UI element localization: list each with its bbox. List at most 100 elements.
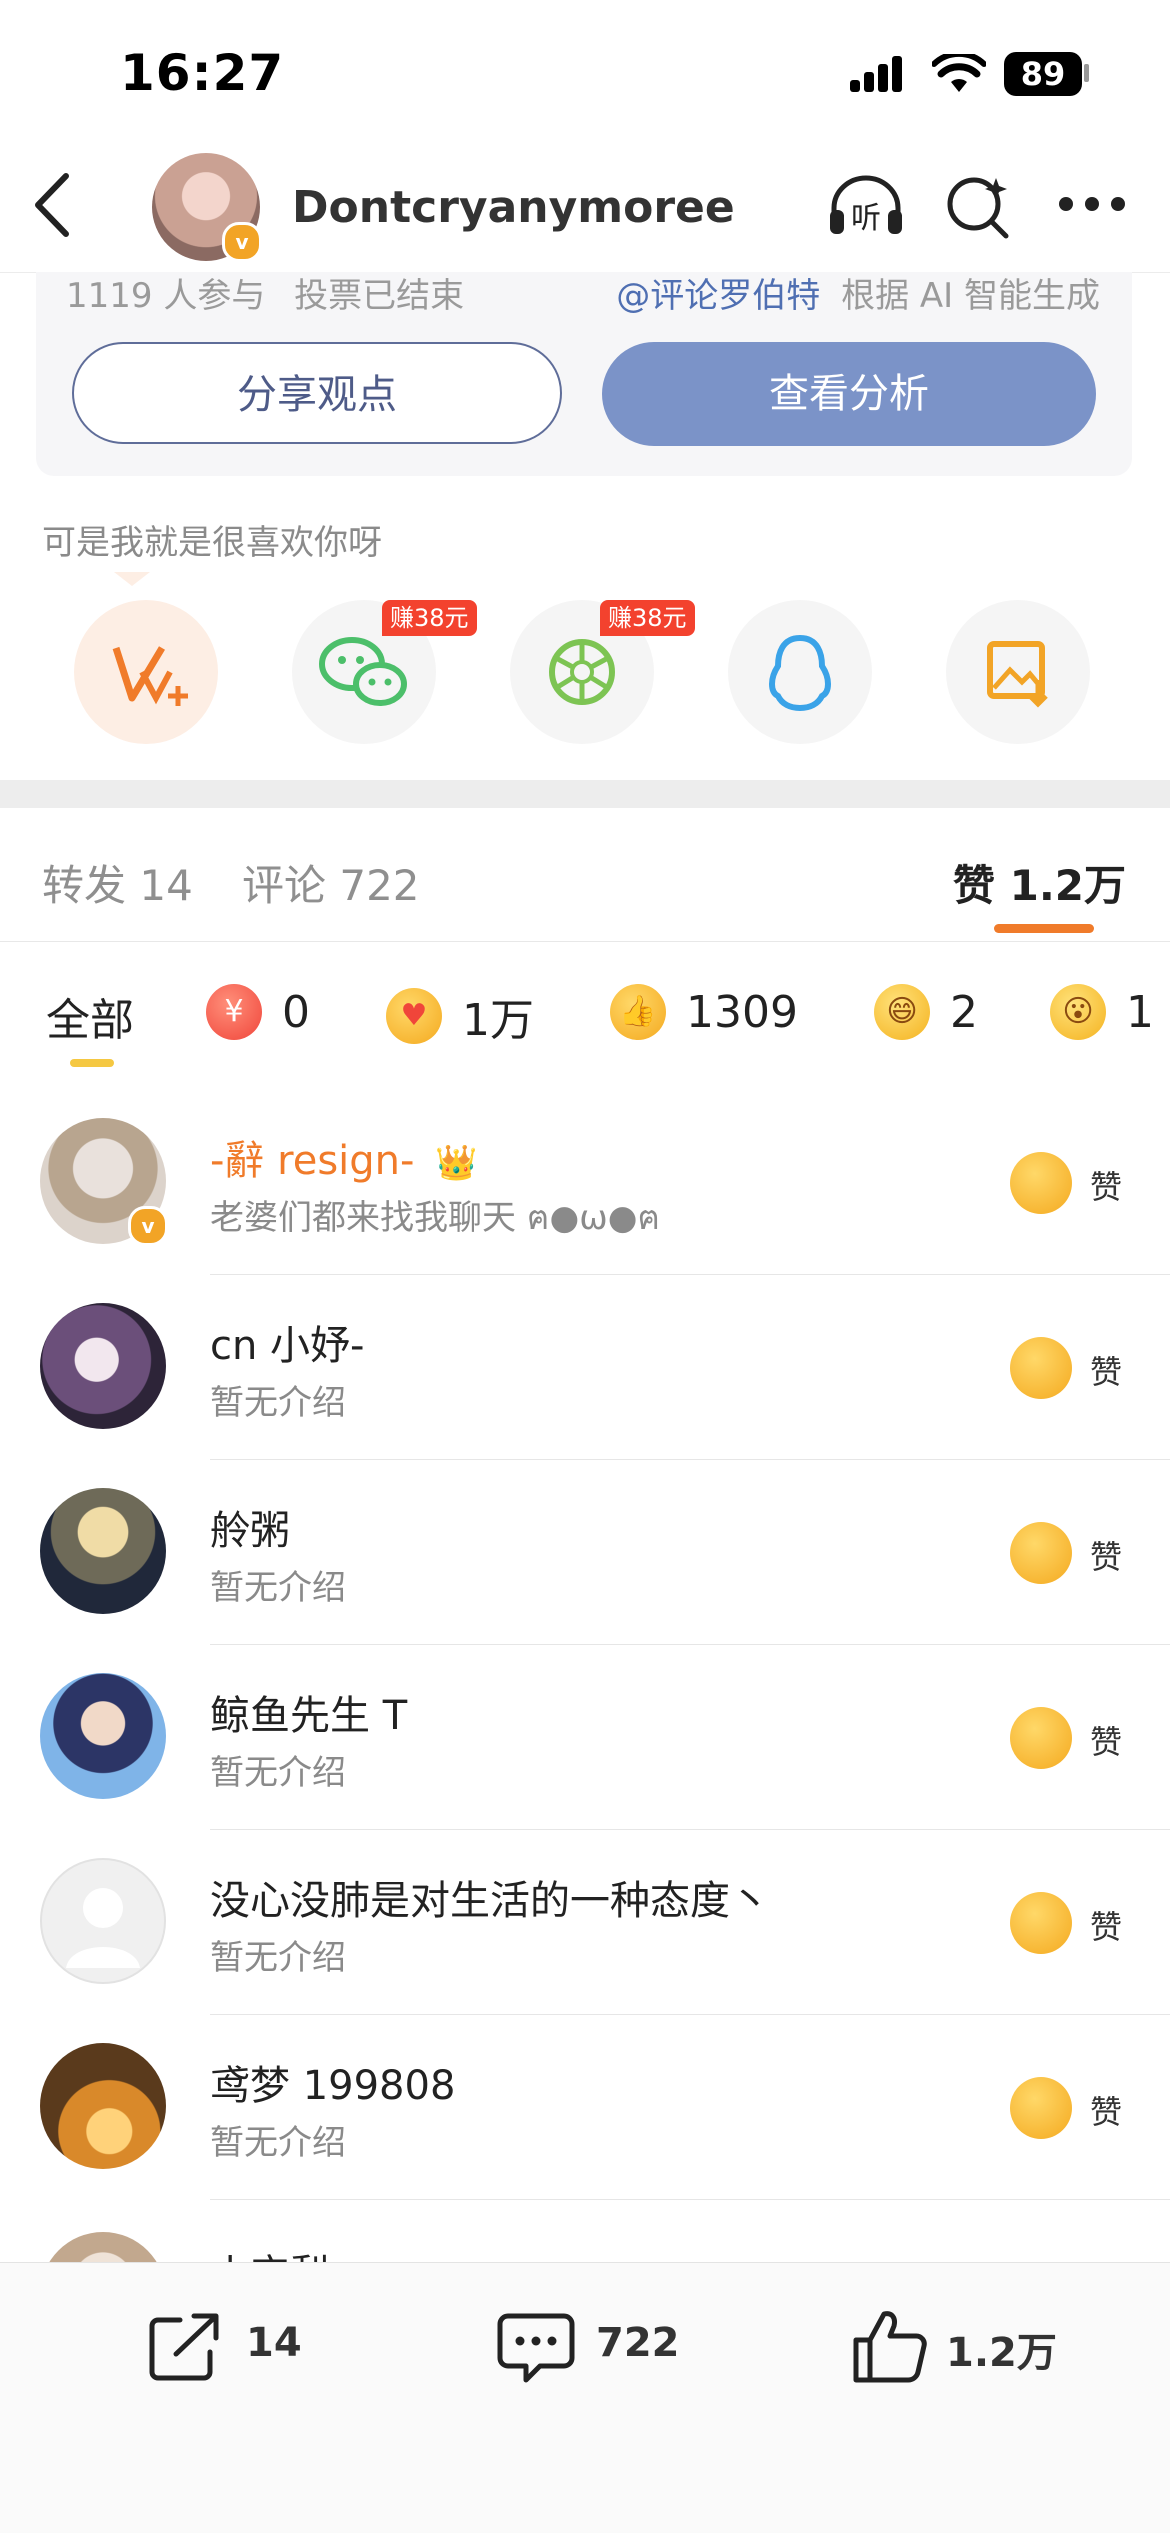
filter-surprise-count: 1 — [1126, 986, 1154, 1038]
user-name[interactable]: 没心没肺是对生活的一种态度丶 — [210, 1868, 770, 1926]
heart-bubble-icon: ♥ — [386, 988, 442, 1044]
repost-count[interactable]: 14 — [246, 2320, 302, 2366]
user-name[interactable]: -辭 resign- 👑 — [210, 1128, 478, 1186]
earn-tag-moments: 赚38元 — [600, 600, 695, 636]
qq-penguin-icon — [769, 634, 831, 712]
signal-icon — [850, 56, 902, 92]
filter-heart-count: 1万 — [462, 995, 534, 1046]
laugh-emoji-icon: 😄 — [874, 984, 930, 1040]
user-name[interactable]: 舲粥 — [210, 1498, 290, 1556]
section-divider — [0, 780, 1170, 808]
wifi-icon — [932, 54, 986, 92]
ai-note-text: 根据 AI 智能生成 — [841, 276, 1100, 316]
filter-active-indicator — [70, 1059, 114, 1067]
surprise-emoji-icon: 😮 — [1050, 984, 1106, 1040]
avatar[interactable] — [40, 1488, 166, 1614]
filter-reward[interactable]: ¥ 0 — [206, 984, 310, 1040]
tab-repost[interactable]: 转发 14 — [42, 852, 193, 913]
poll-participants: 1119 人参与 — [66, 276, 266, 316]
tab-active-indicator — [994, 924, 1094, 933]
filter-thumbsup[interactable]: 👍 1309 — [610, 984, 798, 1040]
avatar[interactable] — [40, 1303, 166, 1429]
filter-thumbsup-count: 1309 — [686, 986, 798, 1038]
user-bio: 老婆们都来找我聊天 ฅ●ω●ฅ — [210, 1198, 661, 1238]
list-item[interactable]: cn 小妤- 暂无介绍 赞 — [0, 1275, 1170, 1460]
earn-tag-wechat: 赚38元 — [382, 600, 477, 636]
user-bio: 暂无介绍 — [210, 2123, 346, 2163]
user-bio: 暂无介绍 — [210, 1383, 346, 1423]
share-pointer — [114, 572, 150, 586]
reward-heart-icon: ¥ — [206, 984, 262, 1040]
author-username[interactable]: Dontcryanymoree — [292, 182, 735, 233]
poll-meta: 1119 人参与 投票已结束 — [66, 268, 464, 317]
search-icon[interactable] — [944, 170, 1014, 240]
share-opinion-button[interactable]: 分享观点 — [72, 342, 562, 444]
save-image-button[interactable] — [946, 600, 1090, 744]
filter-heart[interactable]: ♥ 1万 — [386, 984, 534, 1048]
status-bar: 16:27 89 — [0, 0, 1170, 140]
like-label: 赞 — [1090, 1353, 1123, 1391]
verified-badge-icon: v — [128, 1206, 168, 1246]
avatar[interactable] — [40, 2043, 166, 2169]
crown-icon: 👑 — [435, 1143, 478, 1183]
list-item[interactable]: 舲粥 暂无介绍 赞 — [0, 1460, 1170, 1645]
poll-ai-note: @评论罗伯特 根据 AI 智能生成 — [616, 268, 1100, 317]
filter-all[interactable]: 全部 — [46, 984, 134, 1048]
filter-all-label: 全部 — [46, 995, 134, 1046]
like-thumb-icon — [1010, 2077, 1072, 2139]
comment-icon[interactable] — [496, 2310, 576, 2386]
like-thumb-icon — [1010, 1337, 1072, 1399]
weibo-repost-icon — [112, 646, 188, 706]
comment-count[interactable]: 722 — [596, 2320, 680, 2366]
status-time: 16:27 — [120, 44, 285, 102]
poll-status: 投票已结束 — [294, 276, 465, 316]
back-icon[interactable] — [30, 170, 74, 240]
listen-headphones-icon[interactable]: 听 — [826, 170, 906, 238]
like-label: 赞 — [1090, 2093, 1123, 2131]
like-count[interactable]: 1.2万 — [946, 2320, 1057, 2378]
battery-level: 89 — [1020, 55, 1066, 93]
share-qq-button[interactable] — [728, 600, 872, 744]
user-bio: 暂无介绍 — [210, 1938, 346, 1978]
save-image-icon — [987, 641, 1048, 708]
more-icon[interactable] — [1058, 196, 1126, 212]
user-bio: 暂无介绍 — [210, 1568, 346, 1608]
repost-icon[interactable] — [146, 2310, 226, 2382]
avatar-placeholder[interactable] — [40, 1858, 166, 1984]
like-label: 赞 — [1090, 1908, 1123, 1946]
like-thumb-icon — [1010, 1707, 1072, 1769]
like-label: 赞 — [1090, 1723, 1123, 1761]
tab-comment[interactable]: 评论 722 — [242, 852, 420, 913]
filter-laugh[interactable]: 😄 2 — [874, 984, 978, 1040]
share-weibo-button[interactable] — [74, 600, 218, 744]
tabs-border — [0, 941, 1170, 942]
user-name[interactable]: 鲸鱼先生 T — [210, 1683, 407, 1741]
like-thumb-icon — [1010, 1522, 1072, 1584]
list-item[interactable]: 鸢梦 199808 暂无介绍 赞 — [0, 2015, 1170, 2200]
like-label: 赞 — [1090, 1168, 1123, 1206]
list-item[interactable]: 鲸鱼先生 T 暂无介绍 赞 — [0, 1645, 1170, 1830]
filter-surprise[interactable]: 😮 1 — [1050, 984, 1154, 1040]
list-item[interactable]: 没心没肺是对生活的一种态度丶 暂无介绍 赞 — [0, 1830, 1170, 2015]
post-text: 可是我就是很喜欢你呀 — [42, 523, 382, 563]
avatar[interactable] — [40, 1673, 166, 1799]
like-thumb-icon — [1010, 1152, 1072, 1214]
battery-icon: 89 — [1004, 52, 1082, 96]
list-item[interactable]: v -辭 resign- 👑 老婆们都来找我聊天 ฅ●ω●ฅ 赞 — [0, 1090, 1170, 1275]
thumbs-up-icon: 👍 — [610, 984, 666, 1040]
filter-reward-count: 0 — [282, 986, 310, 1038]
ai-robot-link[interactable]: @评论罗伯特 — [616, 276, 820, 316]
like-thumb-icon — [1010, 1892, 1072, 1954]
like-label: 赞 — [1090, 1538, 1123, 1576]
user-name[interactable]: 鸢梦 199808 — [210, 2053, 455, 2111]
listen-label: 听 — [851, 201, 881, 236]
user-name[interactable]: cn 小妤- — [210, 1313, 365, 1371]
default-user-icon — [66, 1888, 140, 1968]
verified-badge-icon: v — [222, 222, 262, 262]
battery-cap — [1084, 64, 1089, 82]
tab-like[interactable]: 赞 1.2万 — [953, 852, 1126, 913]
view-analysis-button[interactable]: 查看分析 — [602, 342, 1096, 446]
filter-laugh-count: 2 — [950, 986, 978, 1038]
bottom-action-bar — [0, 2262, 1170, 2533]
like-icon[interactable] — [850, 2306, 930, 2386]
